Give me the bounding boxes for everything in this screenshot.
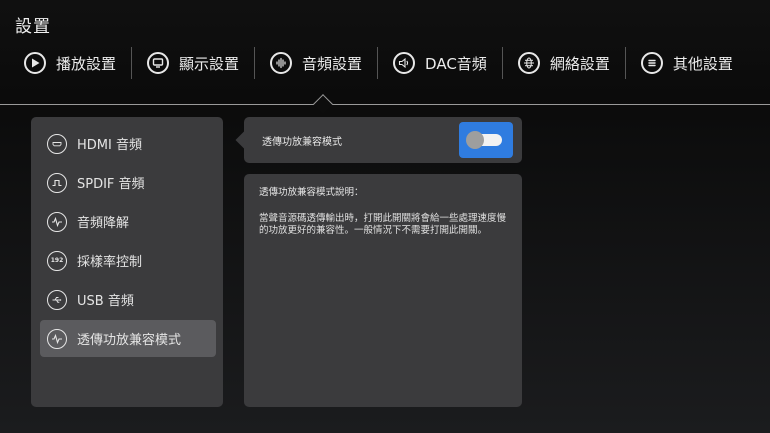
tab-label: 播放設置 [56,54,117,73]
description-body: 當聲音源碼透傳輸出時，打開此開關將會給一些處理速度慢的功放更好的兼容性。一般情況… [259,213,507,236]
passthrough-setting-row[interactable]: 透傳功放兼容模式 [235,117,522,163]
audio-settings-sidebar: HDMI 音頻 SPDIF 音頻 音頻降解 192 採樣率控制 USB 音頻 透… [31,117,223,407]
setting-row-pointer [235,131,253,149]
usb-icon [47,289,67,310]
active-tab-indicator [313,94,333,114]
passthrough-toggle-switch[interactable] [459,122,513,158]
sidebar-item-label: SPDIF 音頻 [77,177,145,192]
tab-label: 顯示設置 [179,54,240,73]
waveform-icon [47,328,67,349]
sidebar-item-label: USB 音頻 [77,294,134,309]
tab-label: DAC音頻 [425,54,487,73]
tab-bar-divider [0,104,770,105]
sidebar-item-audio-downmix[interactable]: 音頻降解 [40,203,216,240]
toggle-knob [466,131,484,149]
waveform-icon [47,211,67,232]
speaker-icon [393,52,416,74]
sidebar-item-label: 音頻降解 [77,216,130,231]
play-icon [24,52,46,74]
hdmi-icon [47,133,67,154]
sidebar-item-hdmi-audio[interactable]: HDMI 音頻 [40,125,216,162]
tab-audio-settings[interactable]: 音頻設置 [255,46,377,80]
tab-label: 網絡設置 [549,54,610,73]
description-title: 透傳功放兼容模式說明： [259,187,364,198]
sample-rate-192-icon: 192 [47,250,67,271]
sidebar-item-spdif-audio[interactable]: SPDIF 音頻 [40,164,216,201]
sidebar-item-usb-audio[interactable]: USB 音頻 [40,281,216,318]
tab-label: 其他設置 [672,54,733,73]
sidebar-item-label: HDMI 音頻 [77,138,142,153]
tab-playback-settings[interactable]: 播放設置 [18,46,131,80]
monitor-icon [147,52,170,74]
spdif-icon [47,172,67,193]
tab-display-settings[interactable]: 顯示設置 [132,46,254,80]
sidebar-item-label: 透傳功放兼容模式 [77,333,182,348]
page-title: 設置 [15,17,51,37]
tab-label: 音頻設置 [302,54,363,73]
sidebar-item-sample-rate-control[interactable]: 192 採樣率控制 [40,242,216,279]
globe-icon [517,52,540,74]
settings-tab-bar: 播放設置 顯示設置 音頻設置 DAC音頻 網絡設置 其他設置 [18,46,748,80]
tab-other-settings[interactable]: 其他設置 [626,46,748,80]
tab-dac-audio[interactable]: DAC音頻 [378,46,502,80]
tab-network-settings[interactable]: 網絡設置 [503,46,625,80]
sidebar-item-label: 採樣率控制 [77,255,143,270]
setting-label: 透傳功放兼容模式 [262,136,342,148]
setting-description-panel: 透傳功放兼容模式說明： 當聲音源碼透傳輸出時，打開此開關將會給一些處理速度慢的功… [244,174,522,407]
audio-wave-icon [270,52,293,74]
sidebar-item-passthrough-amp-compat[interactable]: 透傳功放兼容模式 [40,320,216,357]
menu-icon [640,52,663,74]
